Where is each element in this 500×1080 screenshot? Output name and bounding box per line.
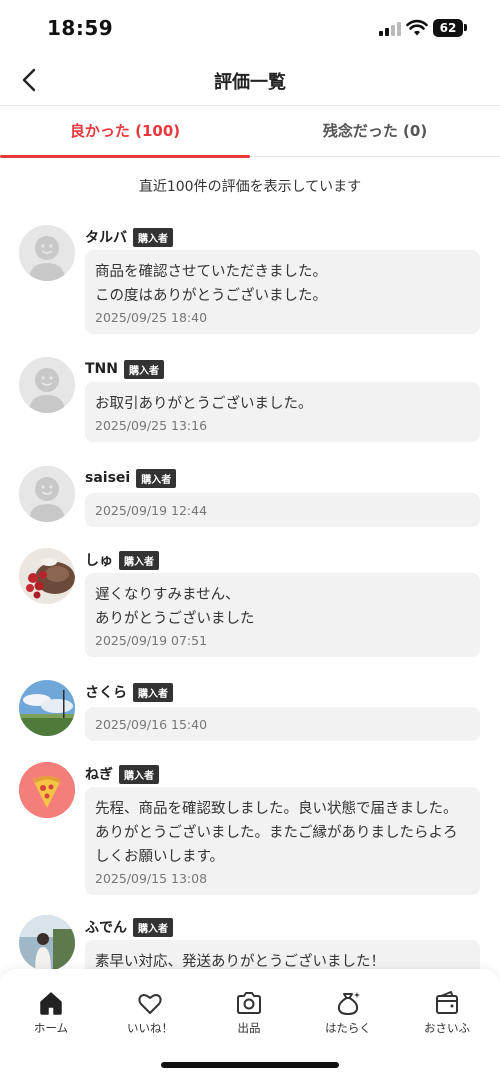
active-tab-indicator [0, 155, 250, 158]
reviewer-line: ふでん 購入者 [85, 917, 173, 937]
rating-tabs: 良かった (100) 残念だった (0) [0, 107, 500, 158]
nav-wallet[interactable]: おさいふ [397, 989, 497, 1036]
person-photo-avatar[interactable] [19, 915, 75, 971]
review-date: 2025/09/19 07:51 [95, 633, 208, 648]
landscape-photo-avatar[interactable] [19, 680, 75, 736]
reviewer-line: さくら 購入者 [85, 682, 173, 702]
reviewer-name[interactable]: タルバ [85, 227, 127, 247]
default-avatar-icon [19, 357, 75, 413]
nav-label: 出品 [237, 1021, 261, 1035]
reviewer-name[interactable]: ふでん [85, 917, 127, 937]
review-date: 2025/09/16 15:40 [95, 717, 208, 732]
buyer-badge: 購入者 [123, 359, 164, 379]
reviewer-name[interactable]: しゅ [85, 550, 113, 570]
reviewer-name[interactable]: saisei [85, 470, 130, 486]
default-avatar[interactable] [19, 466, 75, 522]
food-photo-icon [19, 548, 75, 604]
review-comment: 先程、商品を確認致しました。良い状態で届きました。ありがとうございました。またご… [95, 801, 458, 865]
review-date: 2025/09/25 13:16 [95, 418, 208, 433]
buyer-badge: 購入者 [133, 682, 173, 702]
money-bag-icon [337, 992, 360, 1015]
review-comment: お取引ありがとうございました。 [95, 396, 313, 412]
person-photo-icon [19, 915, 75, 971]
notice-text: 直近100件の評価を表示しています [138, 179, 362, 195]
reviewer-name[interactable]: TNN [85, 361, 118, 377]
review-comment: 商品を確認させていただきました。 この度はありがとうございました。 [95, 264, 327, 304]
buyer-badge: 購入者 [133, 917, 173, 937]
buyer-badge: 購入者 [119, 550, 159, 570]
default-avatar-icon [19, 225, 75, 281]
camera-icon [237, 992, 261, 1014]
review-date: 2025/09/19 12:44 [95, 503, 208, 518]
buyer-badge: 購入者 [119, 764, 159, 784]
header: 評価一覧 [0, 56, 500, 106]
page-title: 評価一覧 [214, 72, 286, 93]
cellular-signal-icon [379, 22, 401, 36]
review-bubble: 商品を確認させていただきました。 この度はありがとうございました。 2025/0… [85, 250, 480, 334]
review-comment: 遅くなりすみません、 ありがとうございました [95, 587, 255, 627]
home-icon [40, 992, 62, 1015]
tab-good-ratings[interactable]: 良かった (100) [0, 107, 250, 157]
review-bubble: 2025/09/16 15:40 [85, 707, 480, 741]
nav-likes[interactable]: いいね！ [100, 989, 200, 1036]
nav-work[interactable]: はたらく [298, 989, 398, 1036]
status-bar: 18:59 62 [0, 0, 500, 56]
nav-label: ホーム [33, 1021, 69, 1035]
review-bubble: お取引ありがとうございました。 2025/09/25 13:16 [85, 382, 480, 442]
wallet-icon [436, 991, 458, 1014]
default-avatar[interactable] [19, 357, 75, 413]
status-time: 18:59 [47, 16, 114, 40]
default-avatar-icon [19, 466, 75, 522]
pizza-icon [19, 762, 75, 818]
reviewer-line: saisei 購入者 [85, 468, 177, 488]
review-bubble: 2025/09/19 12:44 [85, 493, 480, 527]
review-bubble: 遅くなりすみません、 ありがとうございました 2025/09/19 07:51 [85, 573, 480, 657]
reviewer-name[interactable]: さくら [85, 682, 127, 702]
nav-label: いいね！ [127, 1021, 173, 1035]
reviewer-line: TNN 購入者 [85, 359, 164, 379]
buyer-badge: 購入者 [136, 468, 177, 488]
heart-icon [138, 994, 162, 1014]
buyer-badge: 購入者 [133, 227, 173, 247]
reviewer-line: ねぎ 購入者 [85, 764, 159, 784]
tab-bad-ratings[interactable]: 残念だった (0) [250, 107, 500, 157]
food-photo-avatar[interactable] [19, 548, 75, 604]
review-date: 2025/09/15 13:08 [95, 871, 208, 886]
reviewer-line: タルバ 購入者 [85, 227, 173, 247]
reviewer-name[interactable]: ねぎ [85, 764, 113, 784]
battery-icon: 62 [433, 19, 463, 37]
default-avatar[interactable] [19, 225, 75, 281]
nav-label: はたらく [325, 1021, 371, 1035]
review-bubble: 先程、商品を確認致しました。良い状態で届きました。ありがとうございました。またご… [85, 787, 480, 895]
pizza-avatar[interactable] [19, 762, 75, 818]
wifi-icon [406, 19, 428, 36]
nav-sell[interactable]: 出品 [199, 989, 299, 1036]
battery-tip [464, 24, 467, 31]
landscape-photo-icon [19, 680, 75, 736]
review-date: 2025/09/25 18:40 [95, 310, 208, 325]
nav-label: おさいふ [424, 1021, 470, 1035]
home-indicator [161, 1062, 339, 1068]
reviewer-line: しゅ 購入者 [85, 550, 159, 570]
nav-home[interactable]: ホーム [1, 989, 101, 1036]
